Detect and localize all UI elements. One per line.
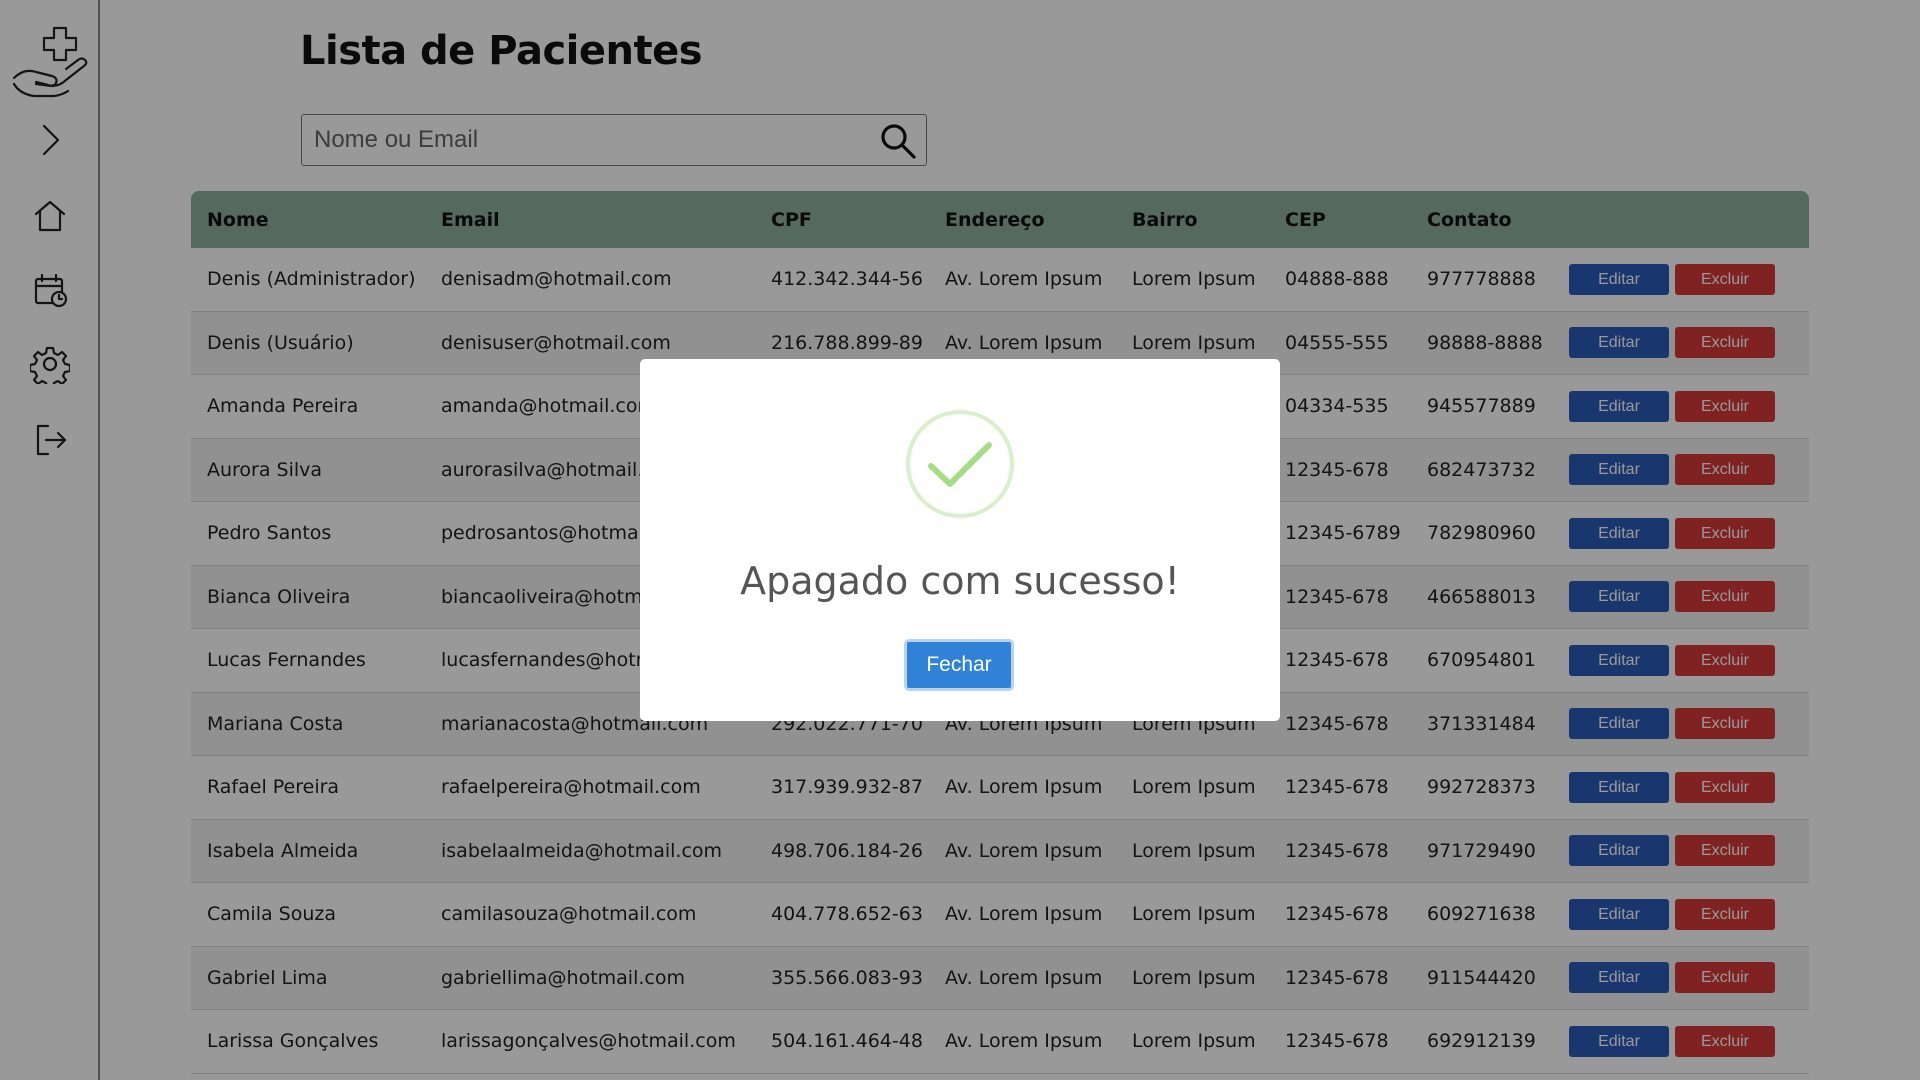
modal-message: Apagado com sucesso!: [740, 559, 1180, 603]
close-button[interactable]: Fechar: [904, 639, 1014, 691]
success-check-icon: [905, 409, 1015, 519]
success-modal: Apagado com sucesso! Fechar: [640, 359, 1280, 721]
